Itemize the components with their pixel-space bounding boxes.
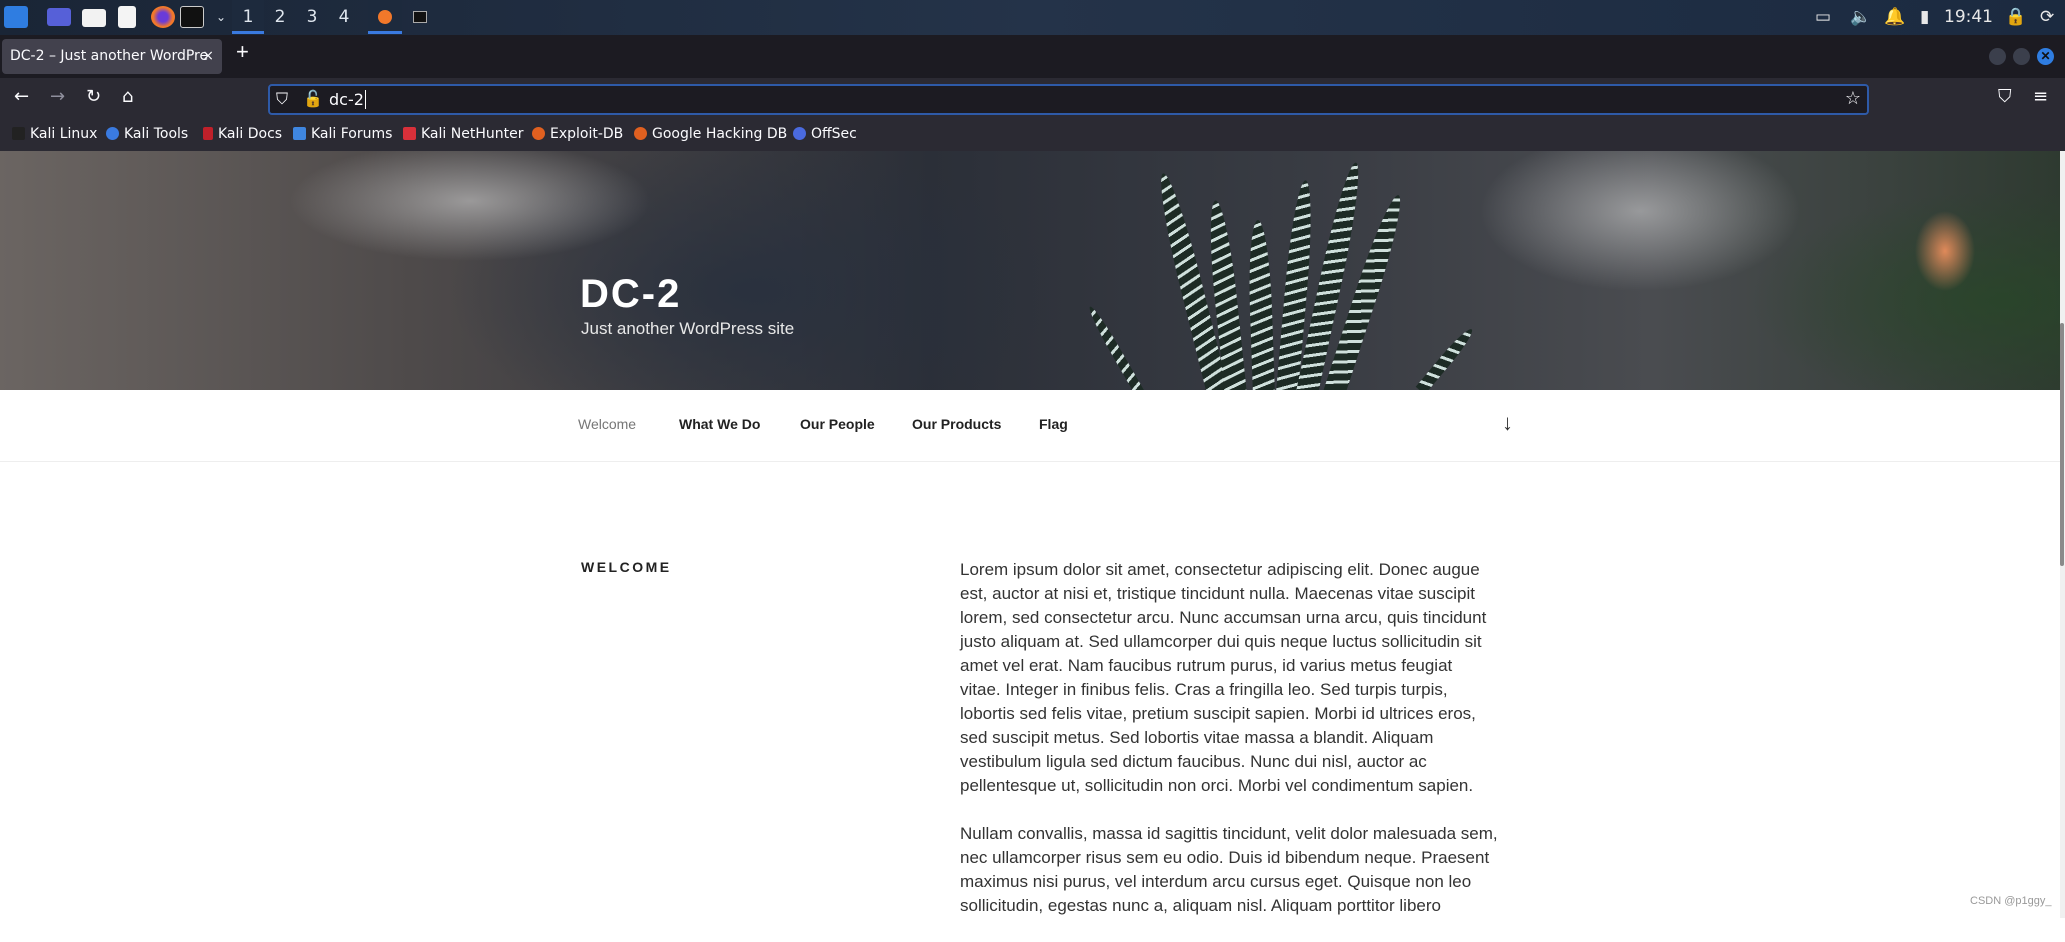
paragraph: Lorem ipsum dolor sit amet, consectetur … [960, 558, 1520, 798]
battery-icon: ▮ [1920, 7, 1930, 27]
watermark: CSDN @p1ggy_ [1970, 895, 2052, 907]
page-content: Lorem ipsum dolor sit amet, consectetur … [960, 558, 1520, 942]
workspace-4[interactable]: 4 [328, 0, 360, 34]
forward-icon[interactable]: → [50, 86, 65, 107]
paragraph: Nullam convallis, massa id sagittis tinc… [960, 822, 1520, 918]
pocket-icon[interactable]: ⛉ [1998, 86, 2012, 107]
text-line: vestibulum ligula sed dictum faucibus. N… [960, 752, 1427, 771]
clock: 19:41 [1944, 7, 1993, 27]
url-bar[interactable]: ⛉ 🔓 dc-2 ☆ [268, 84, 1869, 115]
file-manager-icon[interactable] [82, 9, 106, 27]
plant-leaf [1415, 325, 1477, 390]
text-line: nec ullamcorper risus sem eu odio. Duis … [960, 848, 1490, 867]
offsec-icon [793, 127, 806, 140]
menu-icon[interactable]: ≡ [2033, 86, 2048, 107]
text-line: est, auctor at nisi et, tristique tincid… [960, 584, 1475, 603]
bookmark-exploit-db[interactable]: Exploit-DB [532, 126, 623, 142]
menu-item-welcome[interactable]: Welcome [578, 416, 636, 432]
tab-bar: DC-2 – Just another WordPre × + ✕ [0, 35, 2065, 78]
kali-docs-icon [203, 127, 213, 140]
bookmark-google-hacking-db[interactable]: Google Hacking DB [634, 126, 787, 142]
text-line: sollicitudin, egestas nunc a, aliquam ni… [960, 896, 1441, 915]
bookmark-kali-docs[interactable]: Kali Docs [203, 126, 282, 142]
bookmark-star-icon[interactable]: ☆ [1845, 88, 1861, 109]
shield-icon[interactable]: ⛉ [276, 89, 288, 109]
desktop-icon[interactable] [47, 8, 71, 26]
os-taskbar: ⌄ 1 2 3 4 ▭ 🔈 🔔 ▮ 19:41 🔒 ⟳ [0, 0, 2065, 35]
terminal-window-button[interactable] [404, 0, 436, 34]
text-line: maximus nisi purus, vel interdum arcu cu… [960, 872, 1472, 891]
site-title[interactable]: DC-2 [580, 272, 681, 317]
close-tab-icon[interactable]: × [202, 39, 214, 74]
plant-leaf [1085, 304, 1145, 390]
bookmark-kali-nethunter[interactable]: Kali NetHunter [403, 126, 523, 142]
scrollbar-thumb[interactable] [2060, 323, 2064, 566]
close-window-button[interactable]: ✕ [2037, 48, 2054, 65]
reload-icon[interactable]: ↻ [86, 86, 101, 107]
workspace-3[interactable]: 3 [296, 0, 328, 34]
workspace-1[interactable]: 1 [232, 0, 264, 34]
firefox-icon [378, 10, 392, 24]
tab-dc2[interactable]: DC-2 – Just another WordPre × [2, 39, 222, 74]
maximize-button[interactable] [2013, 48, 2030, 65]
kali-tools-icon [106, 127, 119, 140]
kali-icon [12, 127, 25, 140]
new-tab-button[interactable]: + [236, 39, 249, 65]
kali-menu-icon[interactable] [4, 6, 28, 28]
volume-icon[interactable]: 🔈 [1850, 7, 1871, 27]
back-icon[interactable]: ← [14, 86, 29, 107]
text-line: Lorem ipsum dolor sit amet, consectetur … [960, 560, 1480, 579]
home-icon[interactable]: ⌂ [122, 86, 133, 107]
kali-forums-icon [293, 127, 306, 140]
bookmark-kali-tools[interactable]: Kali Tools [106, 126, 188, 142]
nethunter-icon [403, 127, 416, 140]
ghdb-icon [634, 127, 647, 140]
text-line: lorem, sed consectetur arcu. Nunc accums… [960, 608, 1487, 627]
scroll-down-arrow-icon[interactable]: ↓ [1502, 410, 1513, 436]
firefox-icon[interactable] [151, 6, 175, 28]
menu-item-what-we-do[interactable]: What We Do [679, 416, 760, 432]
bookmarks-toolbar: Kali Linux Kali Tools Kali Docs Kali For… [0, 118, 2065, 151]
menu-item-flag[interactable]: Flag [1039, 416, 1068, 432]
url-input[interactable]: dc-2 [329, 90, 366, 109]
bookmark-kali-forums[interactable]: Kali Forums [293, 126, 392, 142]
minimize-button[interactable] [1989, 48, 2006, 65]
menu-item-our-people[interactable]: Our People [800, 416, 875, 432]
insecure-lock-icon[interactable]: 🔓 [303, 89, 323, 108]
site-navigation: Welcome What We Do Our People Our Produc… [0, 390, 2063, 462]
text-line: vitae. Integer in finibus felis. Cras a … [960, 680, 1448, 699]
notification-icon[interactable]: 🔔 [1884, 7, 1905, 27]
text-line: justo aliquam at. Sed ullamcorper dui qu… [960, 632, 1482, 651]
terminal-icon[interactable] [180, 6, 204, 28]
text-line: amet vel erat. Nam faucibus rutrum purus… [960, 656, 1453, 675]
workspace-2[interactable]: 2 [264, 0, 296, 34]
site-tagline: Just another WordPress site [581, 319, 795, 338]
text-line: pellentesque ut, sollicitudin non orci. … [960, 776, 1474, 795]
text-line: sed suscipit metus. Sed lobortis vitae m… [960, 728, 1434, 747]
menu-item-our-products[interactable]: Our Products [912, 416, 1001, 432]
text-editor-icon[interactable] [118, 6, 136, 28]
section-heading: WELCOME [581, 559, 672, 575]
header-image [0, 151, 2065, 390]
firefox-window-button[interactable] [368, 0, 402, 34]
lock-icon[interactable]: 🔒 [2005, 7, 2026, 27]
bookmark-offsec[interactable]: OffSec [793, 126, 857, 142]
bookmark-kali-linux[interactable]: Kali Linux [12, 126, 97, 142]
logout-icon[interactable]: ⟳ [2040, 7, 2054, 27]
text-line: Nullam convallis, massa id sagittis tinc… [960, 824, 1498, 843]
terminal-icon [413, 11, 427, 23]
network-icon[interactable]: ▭ [1815, 7, 1831, 27]
text-line: lobortis sed felis vitae, pretium suscip… [960, 704, 1476, 723]
exploit-db-icon [532, 127, 545, 140]
plant-leaf [1246, 219, 1276, 390]
tab-title: DC-2 – Just another WordPre [10, 48, 209, 64]
